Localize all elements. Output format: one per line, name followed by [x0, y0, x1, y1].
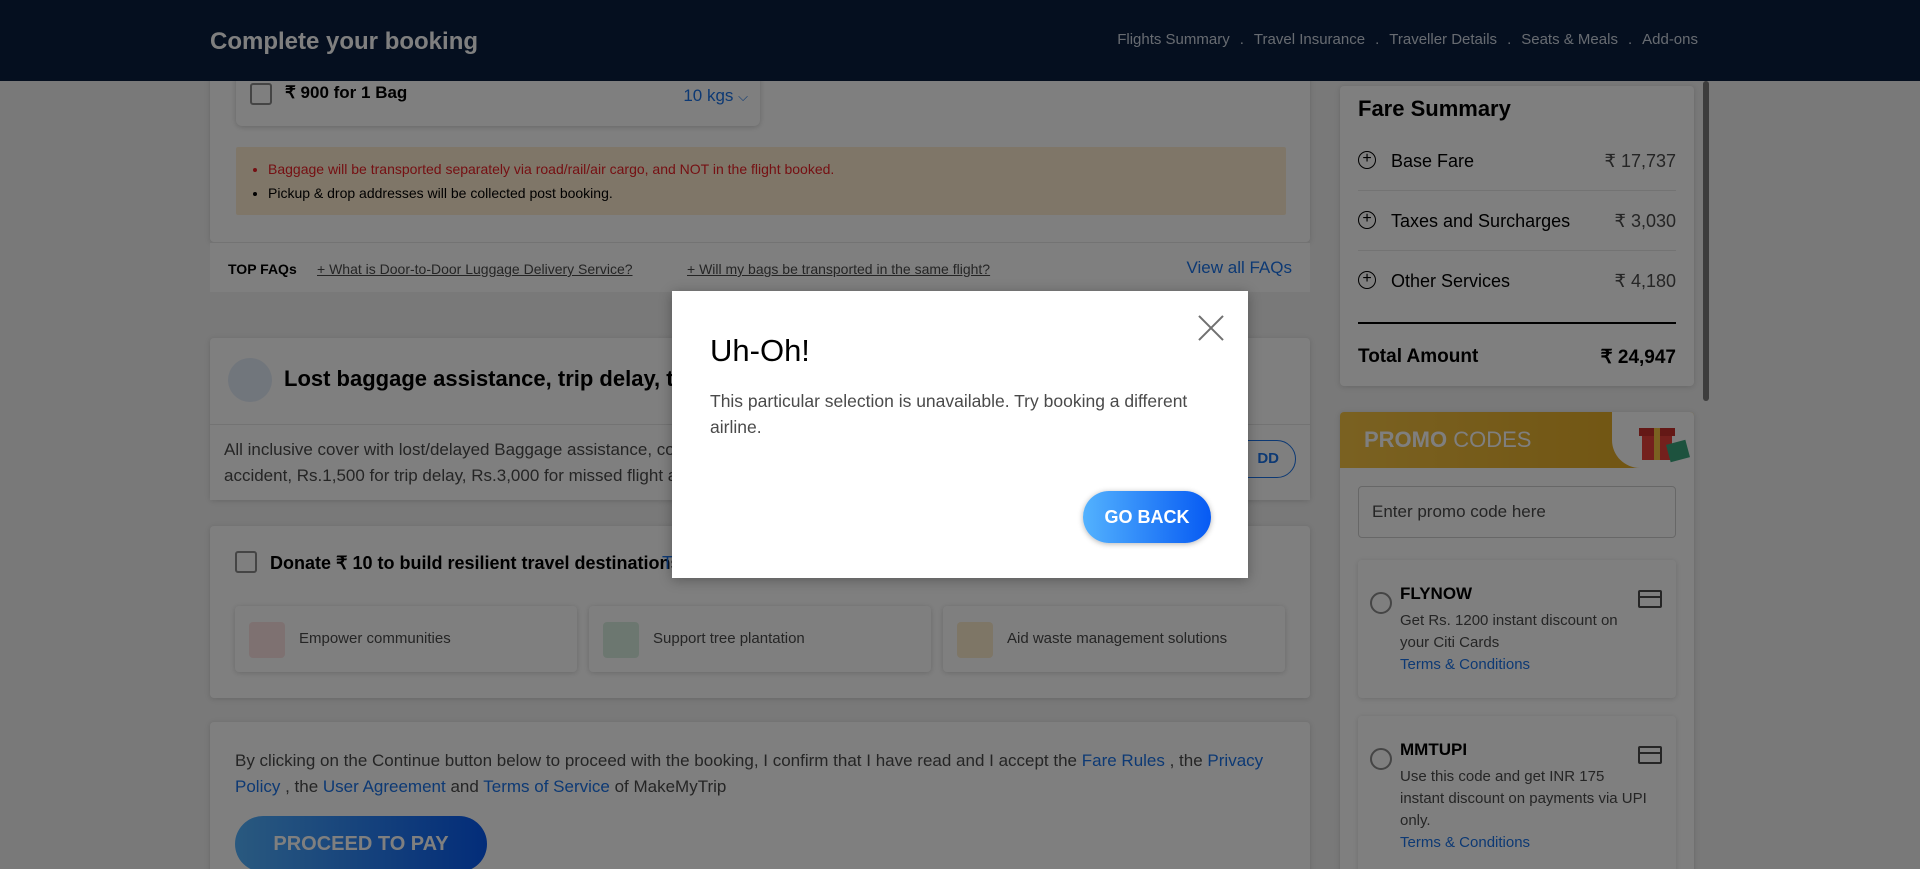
close-icon[interactable] — [1198, 315, 1224, 341]
error-modal: Uh-Oh! This particular selection is unav… — [672, 291, 1248, 578]
go-back-button[interactable]: GO BACK — [1083, 491, 1211, 543]
modal-message: This particular selection is unavailable… — [710, 391, 1188, 437]
modal-title: Uh-Oh! — [710, 333, 810, 368]
